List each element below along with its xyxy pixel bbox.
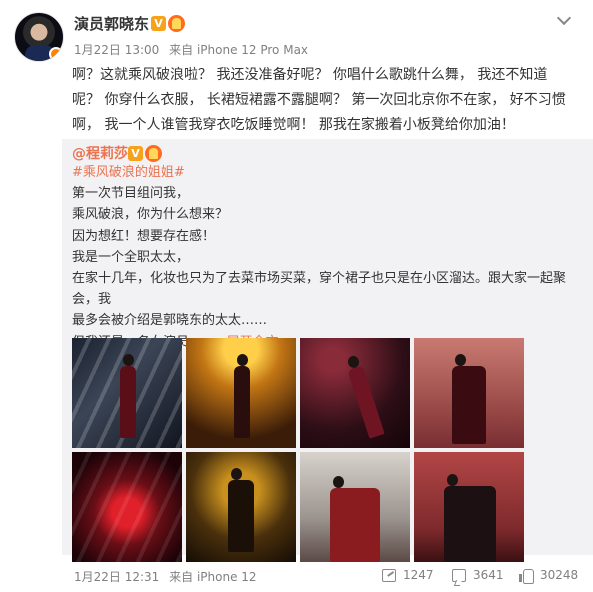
repost-verified-badge-icon: V (128, 146, 143, 161)
repost-meta: 1月22日 12:31 来自 iPhone 12 (74, 568, 263, 585)
repost-line: 乘风破浪，你为什么想来？ (72, 207, 229, 223)
photo-figure (234, 354, 250, 438)
stage-light-decoration (72, 452, 182, 562)
post-text-line: 啊？这就乘风破浪啦？ 我还没准备好呢？ 你唱什么歌跳什么舞， 我还不知道 (72, 67, 548, 83)
repost-line: 我是一个全职太太， (72, 249, 190, 265)
photo-thumbnail[interactable] (300, 452, 410, 562)
hashtag-link[interactable]: #乘风破浪的姐姐# (72, 162, 587, 183)
post-meta: 1月22日 13:00 来自 iPhone 12 Pro Max (74, 41, 314, 58)
level-badge-icon (168, 15, 185, 32)
author-avatar[interactable] (14, 12, 64, 62)
photo-thumbnail[interactable] (186, 338, 296, 448)
repost-line: 第一次节目组问我， (72, 186, 190, 202)
photo-thumbnail[interactable] (414, 452, 524, 562)
repost-line: 因为想红！想要存在感！ (72, 228, 216, 244)
verified-dot-icon (49, 47, 63, 61)
photo-thumbnail[interactable] (186, 452, 296, 562)
chevron-down-icon[interactable] (557, 13, 571, 27)
comment-count[interactable]: 3641 (473, 568, 504, 582)
post-date[interactable]: 1月22日 13:00 (74, 43, 159, 57)
verified-badge-icon: V (151, 16, 166, 31)
repost-text: #乘风破浪的姐姐# 第一次节目组问我， 乘风破浪，你为什么想来？ 因为想红！想要… (72, 162, 587, 353)
photo-thumbnail[interactable] (72, 338, 182, 448)
post-text: 啊？这就乘风破浪啦？ 我还没准备好呢？ 你唱什么歌跳什么舞， 我还不知道 呢？ … (72, 63, 582, 138)
repost-level-badge-icon (145, 145, 162, 162)
photo-figure (330, 476, 380, 562)
repost-card: @程莉莎 V #乘风破浪的姐姐# 第一次节目组问我， 乘风破浪，你为什么想来？ … (62, 139, 593, 562)
repost-author[interactable]: @程莉莎 (72, 143, 128, 163)
repost-count[interactable]: 1247 (403, 568, 434, 582)
repost-line: 最多会被介绍是郭晓东的太太…… (72, 313, 268, 329)
photo-thumbnail[interactable] (414, 338, 524, 448)
post-source: 来自 iPhone 12 Pro Max (169, 43, 309, 57)
author-name[interactable]: 演员郭晓东 (74, 13, 149, 34)
repost-footer: 1月22日 12:31 来自 iPhone 12 1247 3641 30248 (0, 565, 593, 592)
photo-figure (228, 468, 254, 552)
like-count[interactable]: 30248 (540, 568, 578, 582)
comment-icon[interactable] (452, 569, 466, 582)
repost-line: 在家十几年，化妆也只为了去菜市场买菜，穿个裙子也只是在小区溜达。跟大家一起聚会，… (72, 271, 567, 308)
thumbs-up-icon[interactable] (519, 569, 534, 584)
photo-figure (452, 354, 486, 444)
photo-figure (120, 354, 136, 438)
post-text-line: 呢？ 你穿什么衣服， 长裙短裙露不露腿啊？ 第一次回北京你不在家， 好不习惯 (72, 92, 566, 108)
repost-source: 来自 iPhone 12 (169, 570, 257, 584)
photo-figure (444, 474, 496, 562)
photo-thumbnail[interactable] (300, 338, 410, 448)
post-text-line: 啊， 我一个人谁管我穿衣吃饭睡觉啊！ 那我在家搬着小板凳给你加油！ (72, 117, 515, 133)
share-icon[interactable] (382, 569, 396, 582)
repost-date[interactable]: 1月22日 12:31 (74, 570, 159, 584)
photo-thumbnail[interactable] (72, 452, 182, 562)
photo-figure (347, 365, 385, 439)
